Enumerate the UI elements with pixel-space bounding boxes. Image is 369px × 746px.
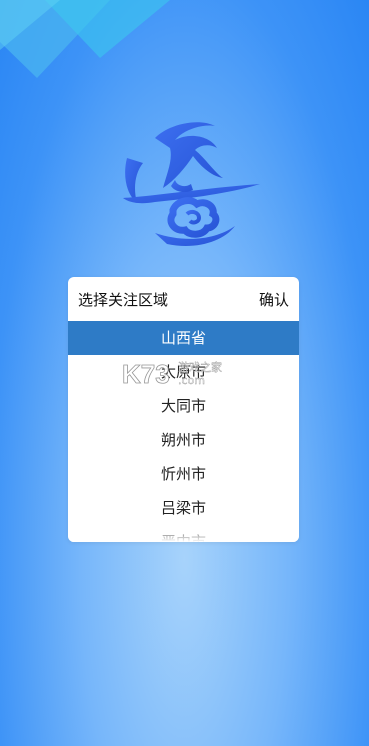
list-item[interactable]: 大同市 bbox=[68, 389, 299, 423]
brush-stroke-logo-icon bbox=[123, 122, 260, 246]
corner-decoration bbox=[0, 0, 170, 78]
confirm-button[interactable]: 确认 bbox=[259, 289, 289, 310]
list-item[interactable]: 朔州市 bbox=[68, 423, 299, 457]
list-item-selected[interactable]: 山西省 bbox=[68, 321, 299, 355]
region-picker-dialog: 选择关注区域 确认 山西省 太原市 大同市 朔州市 忻州市 吕梁市 晋中市 bbox=[68, 277, 299, 542]
list-item[interactable]: 吕梁市 bbox=[68, 491, 299, 525]
list-item[interactable]: 晋中市 bbox=[68, 525, 299, 542]
picker-header: 选择关注区域 确认 bbox=[68, 277, 299, 321]
list-item[interactable]: 忻州市 bbox=[68, 457, 299, 491]
list-item[interactable]: 太原市 bbox=[68, 355, 299, 389]
region-list[interactable]: 山西省 太原市 大同市 朔州市 忻州市 吕梁市 晋中市 bbox=[68, 321, 299, 542]
picker-title: 选择关注区域 bbox=[78, 290, 169, 309]
